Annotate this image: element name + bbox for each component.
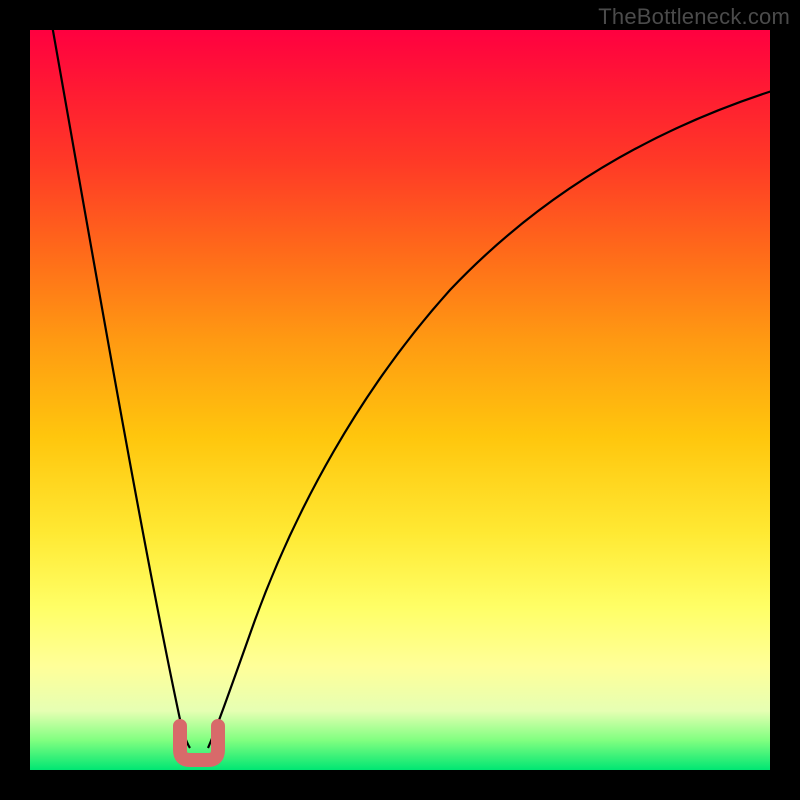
minimum-marker — [180, 726, 218, 760]
watermark-text: TheBottleneck.com — [598, 4, 790, 30]
chart-frame: TheBottleneck.com — [0, 0, 800, 800]
bottleneck-curve-right — [208, 90, 770, 748]
bottleneck-curve-left — [52, 30, 190, 748]
plot-area — [30, 30, 770, 770]
curve-layer — [30, 30, 770, 770]
